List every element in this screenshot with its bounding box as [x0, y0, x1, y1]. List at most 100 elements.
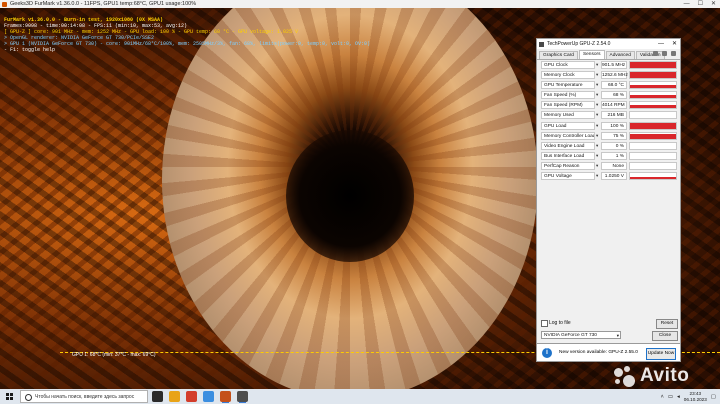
- sensor-graph: [629, 141, 677, 150]
- sensor-row: Memory Used ▾ 216 MB: [541, 111, 678, 120]
- maximize-icon[interactable]: ☐: [698, 0, 703, 8]
- sensor-graph-fill: [630, 177, 676, 180]
- furmark-titlebar[interactable]: Geeks3D FurMark v1.36.0.0 - 11FPS, GPU1 …: [0, 0, 720, 8]
- sensor-graph: [629, 161, 677, 170]
- sensor-row: GPU Load ▾ 100 %: [541, 121, 678, 130]
- gpuz-title: TechPowerUp GPU-Z 2.54.0: [547, 41, 611, 47]
- sensor-value: 4014 RPM: [601, 101, 627, 110]
- sensor-graph: [629, 61, 677, 69]
- sensor-dropdown-icon[interactable]: ▾: [596, 62, 598, 68]
- task-view-icon[interactable]: [152, 391, 163, 402]
- sensor-dropdown-icon[interactable]: ▾: [596, 92, 598, 98]
- sensor-label: GPU Clock: [541, 61, 595, 69]
- refresh-icon[interactable]: [662, 51, 667, 56]
- gpuz-window: TechPowerUp GPU-Z 2.54.0 — ✕ Graphics Ca…: [536, 38, 681, 362]
- sensor-dropdown-icon[interactable]: ▾: [596, 102, 598, 108]
- sensor-dropdown-icon[interactable]: ▾: [596, 72, 598, 78]
- gpuz-close-icon[interactable]: ✕: [672, 39, 677, 49]
- eye-pupil: [286, 130, 414, 262]
- taskbar-search-input[interactable]: Чтобы начать поиск, введите здесь запрос: [20, 390, 148, 403]
- sensor-dropdown-icon[interactable]: ▾: [596, 153, 598, 159]
- file-explorer-icon[interactable]: [169, 391, 180, 402]
- sensor-value: 75 %: [601, 131, 627, 140]
- minimize-icon[interactable]: —: [684, 0, 690, 8]
- sensor-label: GPU Temperature: [541, 81, 595, 90]
- temperature-graph-label: GPU 1: 68°C (min: 37°C - max: 69°C): [72, 352, 156, 358]
- close-icon[interactable]: ✕: [711, 0, 716, 8]
- sensor-dropdown-icon[interactable]: ▾: [596, 133, 598, 139]
- sensor-row: Fan Speed (RPM) ▾ 4014 RPM: [541, 101, 678, 110]
- furmark-taskbar-icon[interactable]: [220, 391, 231, 403]
- notifications-icon[interactable]: ▢: [711, 394, 716, 400]
- log-to-file-checkbox[interactable]: [541, 320, 548, 327]
- sensor-label: Video Engine Load: [541, 141, 595, 150]
- search-placeholder: Чтобы начать поиск, введите здесь запрос: [35, 394, 135, 400]
- taskbar-apps: [152, 391, 248, 403]
- sensor-graph-fill: [630, 134, 676, 139]
- close-button[interactable]: Close: [652, 331, 678, 341]
- watermark-dot: [614, 368, 623, 377]
- sensor-graph: [629, 172, 677, 181]
- sensor-value: 1252.6 MHz: [601, 71, 628, 80]
- update-notification: i New version available: GPU-Z 2.55.0 Up…: [536, 343, 681, 362]
- sensor-graph: [629, 101, 677, 110]
- sensor-row: GPU Clock ▾ 901.5 MHz: [541, 61, 678, 69]
- osd-help: - F1: toggle help: [4, 47, 56, 53]
- sensor-row: Video Engine Load ▾ 0 %: [541, 141, 678, 150]
- watermark-text: Avito: [640, 365, 690, 386]
- sensor-dropdown-icon[interactable]: ▾: [596, 112, 598, 118]
- taskbar: Чтобы начать поиск, введите здесь запрос…: [0, 389, 720, 404]
- taskbar-clock[interactable]: 23:43 06.10.2023: [684, 391, 707, 402]
- volume-icon[interactable]: ◂: [677, 394, 680, 400]
- clock-date: 06.10.2023: [683, 396, 707, 402]
- sensor-value: 1.0250 V: [601, 172, 627, 181]
- watermark-dot: [623, 375, 635, 387]
- chevron-up-icon[interactable]: ˄: [661, 394, 664, 400]
- furmark-app-icon: [2, 1, 7, 7]
- sensor-graph-fill: [630, 84, 676, 89]
- windows-start-icon[interactable]: [6, 393, 13, 400]
- sensor-value: None: [601, 161, 627, 170]
- menu-icon[interactable]: [671, 51, 676, 56]
- browser-icon[interactable]: [186, 391, 197, 402]
- sensor-graph-fill: [630, 122, 676, 129]
- sensor-label: Bus Interface Load: [541, 151, 595, 160]
- reset-button[interactable]: Reset: [656, 319, 678, 329]
- sensor-dropdown-icon[interactable]: ▾: [596, 143, 598, 149]
- update-now-button[interactable]: Update Now: [646, 348, 676, 360]
- tab-graphics-card[interactable]: Graphics Card: [539, 51, 578, 59]
- gpuz-minimize-icon[interactable]: —: [658, 39, 664, 49]
- sensor-dropdown-icon[interactable]: ▾: [596, 123, 598, 129]
- gpuz-taskbar-icon[interactable]: [237, 391, 248, 403]
- sensor-row: Bus Interface Load ▾ 1 %: [541, 151, 678, 160]
- sensor-graph: [629, 121, 677, 130]
- tab-advanced[interactable]: Advanced: [605, 51, 635, 59]
- watermark-dot: [615, 379, 620, 384]
- mail-icon[interactable]: [203, 391, 214, 402]
- info-icon: i: [542, 348, 552, 358]
- watermark-dot: [624, 366, 630, 372]
- search-icon: [25, 394, 32, 401]
- gpu-select[interactable]: NVIDIA GeForce GT 730 ▾: [541, 331, 621, 339]
- sensor-dropdown-icon[interactable]: ▾: [596, 163, 598, 169]
- camera-icon[interactable]: [653, 51, 658, 56]
- sensor-row: GPU Voltage ▾ 1.0250 V: [541, 172, 678, 181]
- sensor-graph: [629, 111, 677, 120]
- tab-sensors[interactable]: Sensors: [578, 50, 605, 59]
- window-title: Geeks3D FurMark v1.36.0.0 - 11FPS, GPU1 …: [10, 1, 197, 7]
- osd-gpu1: > GPU 1 (NVIDIA GeForce GT 730) - core: …: [4, 41, 371, 47]
- sensor-graph-fill: [630, 94, 676, 99]
- sensor-label: GPU Load: [541, 121, 595, 130]
- gpuz-titlebar[interactable]: TechPowerUp GPU-Z 2.54.0 — ✕: [537, 39, 680, 49]
- sensor-row: PerfCap Reason ▾ None: [541, 161, 678, 170]
- sensor-graph: [629, 151, 677, 160]
- log-to-file-label: Log to file: [549, 319, 571, 326]
- sensor-graph: [629, 131, 677, 140]
- sensor-dropdown-icon[interactable]: ▾: [596, 173, 598, 179]
- sensor-dropdown-icon[interactable]: ▾: [596, 82, 598, 88]
- sensor-label: GPU Voltage: [541, 172, 595, 181]
- sensor-row: GPU Temperature ▾ 68.0 °C: [541, 81, 678, 90]
- network-icon[interactable]: ▭: [668, 394, 673, 400]
- sensor-label: PerfCap Reason: [541, 161, 595, 170]
- sensor-graph-fill: [630, 62, 676, 68]
